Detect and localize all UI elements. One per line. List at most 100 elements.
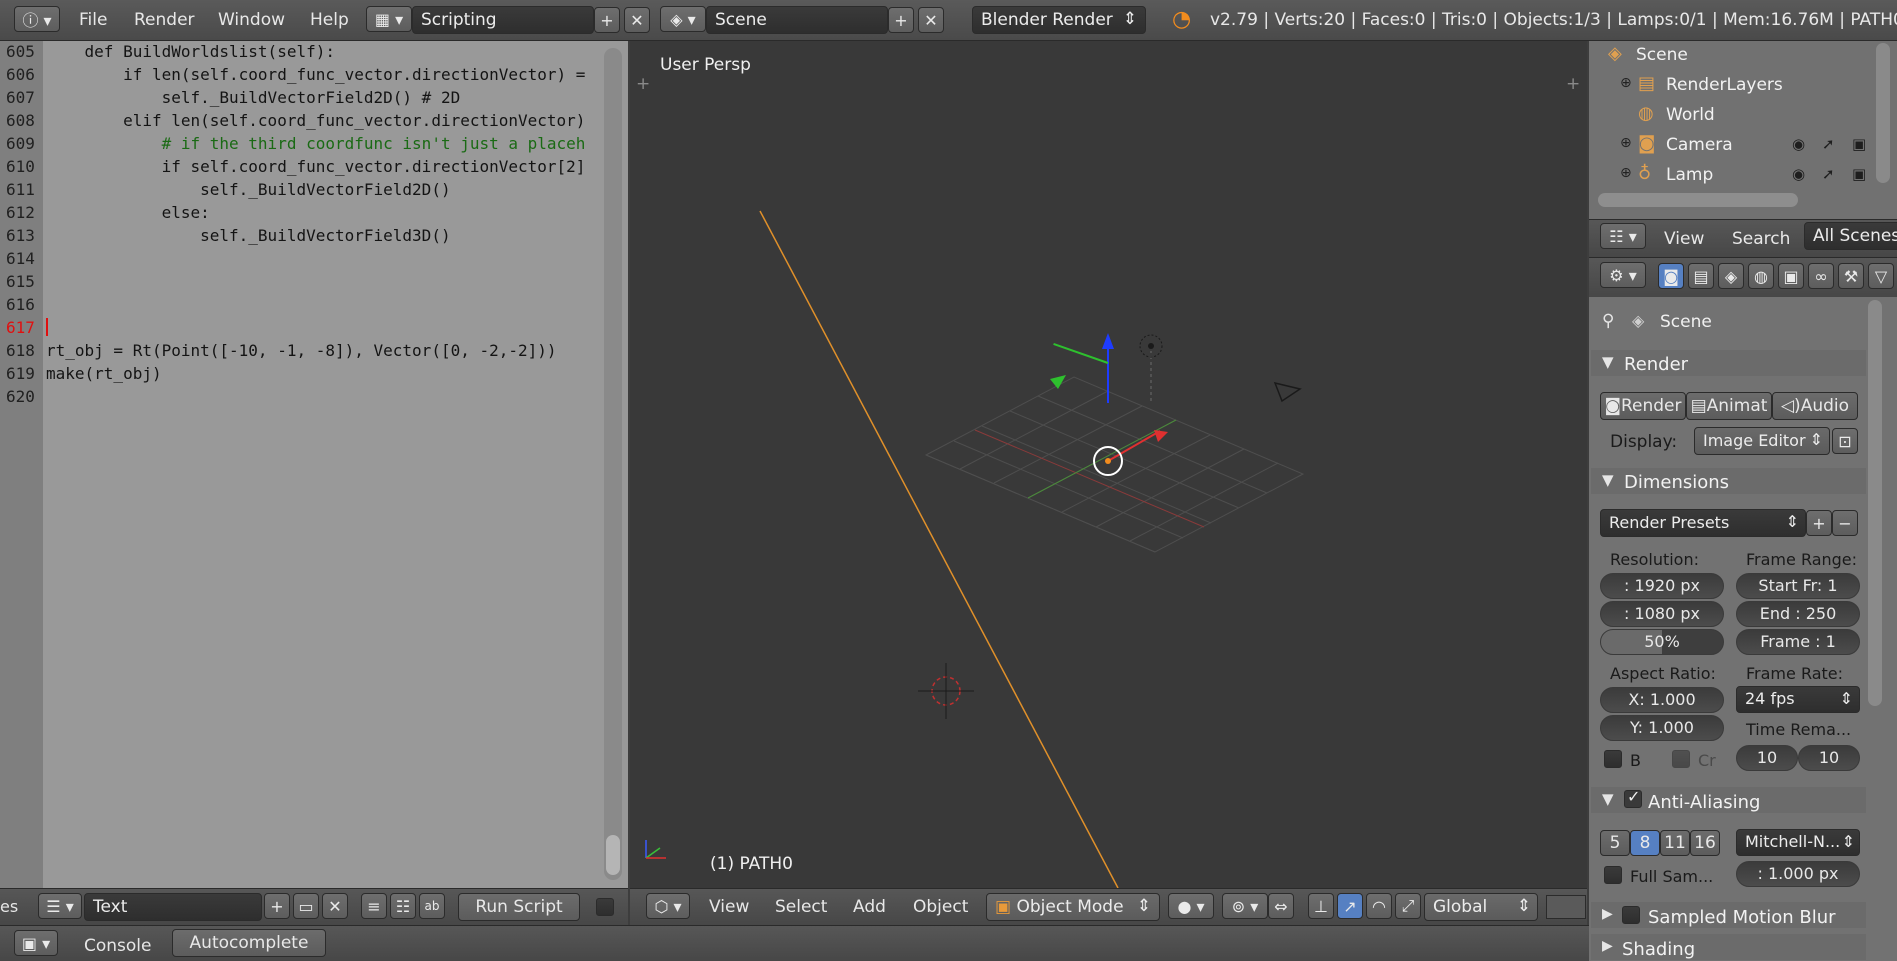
pin-icon[interactable]: ⚲	[1602, 311, 1614, 331]
resolution-percentage-slider[interactable]: 50%	[1600, 629, 1724, 655]
menu-object[interactable]: Object	[913, 897, 968, 917]
animation-button[interactable]: ▤ Animat	[1686, 392, 1772, 420]
shading-select[interactable]: ● ▾	[1168, 893, 1214, 919]
autocomplete-button[interactable]: Autocomplete	[172, 929, 326, 957]
filter-size-field[interactable]: : 1.000 px	[1736, 861, 1860, 887]
tab-render-layers[interactable]: ▤	[1688, 263, 1714, 289]
tab-data[interactable]: ▽	[1868, 263, 1894, 289]
menu-select[interactable]: Select	[775, 897, 827, 917]
resolution-y-field[interactable]: : 1080 px	[1600, 601, 1724, 627]
expand-icon[interactable]: ⊕	[1620, 135, 1632, 151]
full-sample-checkbox[interactable]	[1604, 866, 1622, 884]
viewport-editor-type-button[interactable]: ⬡ ▾	[646, 893, 690, 919]
aa-samples-5[interactable]: 5	[1600, 830, 1630, 856]
new-text-button[interactable]: +	[264, 893, 290, 919]
menu-view[interactable]: View	[709, 897, 749, 917]
anti-aliasing-checkbox[interactable]: ✓	[1624, 787, 1642, 808]
word-wrap-toggle[interactable]: ☷	[390, 893, 416, 919]
transform-manipulator-button[interactable]: ⊥	[1308, 893, 1334, 919]
menu-help[interactable]: Help	[310, 10, 349, 30]
editor-scrollbar[interactable]	[604, 48, 622, 880]
console-editor-type-button[interactable]: ▣ ▾	[14, 930, 58, 956]
remove-preset-button[interactable]: −	[1832, 510, 1858, 536]
render-icon[interactable]: ▣	[1852, 165, 1866, 183]
rotate-manipulator-button[interactable]: ◠	[1366, 893, 1392, 919]
render-presets-select[interactable]: Render Presets ⇕	[1600, 509, 1806, 537]
resolution-x-field[interactable]: : 1920 px	[1600, 573, 1724, 599]
frame-start-field[interactable]: Start Fr: 1	[1736, 573, 1860, 599]
cursor-icon[interactable]: ➚	[1822, 135, 1835, 153]
aa-samples-16[interactable]: 16	[1690, 830, 1720, 856]
text-datablock-field[interactable]: Text	[84, 893, 262, 921]
aa-filter-select[interactable]: Mitchell-N... ⇕	[1736, 829, 1860, 856]
tab-modifiers[interactable]: ⚒	[1838, 263, 1864, 289]
mode-select[interactable]: ▣ Object Mode ⇕	[986, 893, 1160, 921]
audio-button[interactable]: ◁) Audio	[1772, 392, 1858, 420]
cursor-icon[interactable]: ➚	[1822, 165, 1835, 183]
aspect-x-field[interactable]: X: 1.000	[1600, 687, 1724, 713]
translate-manipulator-button[interactable]: ↗	[1337, 893, 1363, 919]
frame-step-field[interactable]: Frame : 1	[1736, 629, 1860, 655]
delete-scene-button[interactable]: ✕	[918, 7, 944, 33]
tab-render[interactable]: ◙	[1658, 263, 1684, 289]
tab-constraints[interactable]: ∞	[1808, 263, 1834, 289]
pivot-select[interactable]: ⊚ ▾	[1222, 893, 1268, 919]
display-select[interactable]: Image Editor ⇕	[1694, 427, 1830, 455]
properties-editor-type-button[interactable]: ⚙ ▾	[1600, 262, 1646, 288]
menu-add[interactable]: Add	[853, 897, 886, 917]
tab-scene[interactable]: ◈	[1718, 263, 1744, 289]
time-remap-old-field[interactable]: 10	[1736, 745, 1798, 771]
menu-file[interactable]: File	[79, 10, 107, 30]
frame-rate-select[interactable]: 24 fps ⇕	[1736, 686, 1860, 713]
add-preset-button[interactable]: +	[1806, 510, 1832, 536]
menu-window[interactable]: Window	[218, 10, 285, 30]
render-icon[interactable]: ▣	[1852, 135, 1866, 153]
text-editor-type-button[interactable]: ☰ ▾	[38, 893, 82, 919]
expand-icon[interactable]: ⊕	[1620, 165, 1632, 181]
layout-name-field[interactable]: Scripting	[412, 6, 594, 34]
eye-icon[interactable]: ◉	[1792, 165, 1805, 183]
properties-scrollbar[interactable]	[1868, 300, 1882, 706]
crop-checkbox[interactable]	[1672, 750, 1690, 768]
layers-grid[interactable]	[1546, 895, 1586, 919]
outliner-hscrollbar[interactable]	[1598, 193, 1798, 207]
run-script-button[interactable]: Run Script	[458, 893, 580, 921]
manipulator-toggle[interactable]: ⇔	[1268, 893, 1294, 919]
live-edit-checkbox[interactable]	[596, 898, 614, 916]
outliner-item-lamp[interactable]: Lamp	[1666, 165, 1713, 185]
orientation-select[interactable]: Global ⇕	[1424, 893, 1538, 921]
unlink-text-button[interactable]: ✕	[322, 893, 348, 919]
info-editor-type-button[interactable]: ⓘ ▾	[14, 6, 60, 32]
expand-icon[interactable]: ⊕	[1620, 75, 1632, 91]
editor-scroll-thumb[interactable]	[606, 835, 620, 875]
lock-interface-button[interactable]: ⊡	[1832, 428, 1858, 454]
time-remap-new-field[interactable]: 10	[1798, 745, 1860, 771]
outliner-display-mode-select[interactable]: All Scenes	[1804, 222, 1897, 250]
outliner-item-renderlayers[interactable]: RenderLayers	[1666, 75, 1783, 95]
delete-layout-button[interactable]: ✕	[624, 7, 650, 33]
scale-manipulator-button[interactable]: ⤢	[1395, 893, 1421, 919]
tab-object[interactable]: ▣	[1778, 263, 1804, 289]
tab-world[interactable]: ◍	[1748, 263, 1774, 289]
syntax-highlight-toggle[interactable]: ab	[419, 893, 445, 919]
add-layout-button[interactable]: +	[594, 7, 620, 33]
scene-browse-button[interactable]: ◈ ▾	[660, 6, 706, 32]
outliner-item-scene[interactable]: Scene	[1636, 45, 1688, 65]
layout-browse-button[interactable]: ▦ ▾	[366, 6, 412, 32]
render-engine-select[interactable]: Blender Render ⇕	[972, 6, 1146, 34]
console-menu[interactable]: Console	[84, 936, 152, 956]
border-checkbox[interactable]	[1604, 750, 1622, 768]
line-numbers-toggle[interactable]: ≡	[361, 893, 387, 919]
outliner-scrollbar[interactable]	[1876, 43, 1890, 183]
aa-samples-8[interactable]: 8	[1630, 830, 1660, 856]
eye-icon[interactable]: ◉	[1792, 135, 1805, 153]
motion-blur-checkbox[interactable]	[1622, 906, 1640, 924]
menu-outliner-search[interactable]: Search	[1732, 229, 1790, 249]
outliner-item-camera[interactable]: Camera	[1666, 135, 1733, 155]
menu-render[interactable]: Render	[134, 10, 195, 30]
aspect-y-field[interactable]: Y: 1.000	[1600, 715, 1724, 741]
open-text-button[interactable]: ▭	[293, 893, 319, 919]
scene-name-field[interactable]: Scene	[706, 6, 888, 34]
outliner-editor-type-button[interactable]: ☷ ▾	[1600, 223, 1646, 249]
frame-end-field[interactable]: End : 250	[1736, 601, 1860, 627]
